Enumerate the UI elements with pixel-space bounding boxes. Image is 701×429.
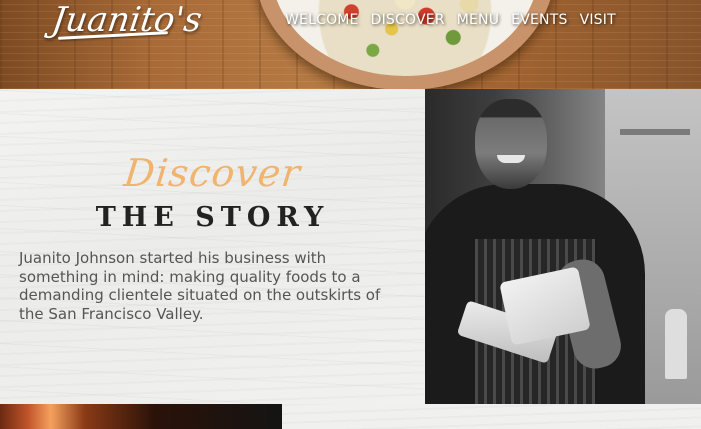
kitchen-bottle: [665, 309, 687, 379]
kitchen-shelf: [620, 129, 690, 135]
bottom-food-photo: [0, 404, 282, 429]
bottom-section-background: [282, 404, 701, 429]
nav-visit[interactable]: VISIT: [580, 9, 616, 31]
discover-script-heading: Discover: [121, 151, 304, 195]
story-body-text: Juanito Johnson started his business wit…: [19, 249, 381, 323]
chef-head: [475, 99, 547, 189]
nav-welcome[interactable]: WELCOME: [285, 9, 359, 31]
nav-discover[interactable]: DISCOVER: [371, 9, 445, 31]
nav-events[interactable]: EVENTS: [511, 9, 567, 31]
story-title: THE STORY: [95, 202, 330, 233]
chef-smile: [497, 155, 525, 163]
story-section: Discover THE STORY Juanito Johnson start…: [0, 89, 425, 404]
chef-photo: [425, 89, 701, 404]
nav-menu[interactable]: MENU: [457, 9, 499, 31]
site-header: Juanito's WELCOME DISCOVER MENU EVENTS V…: [0, 0, 701, 89]
main-nav: WELCOME DISCOVER MENU EVENTS VISIT: [285, 9, 616, 31]
